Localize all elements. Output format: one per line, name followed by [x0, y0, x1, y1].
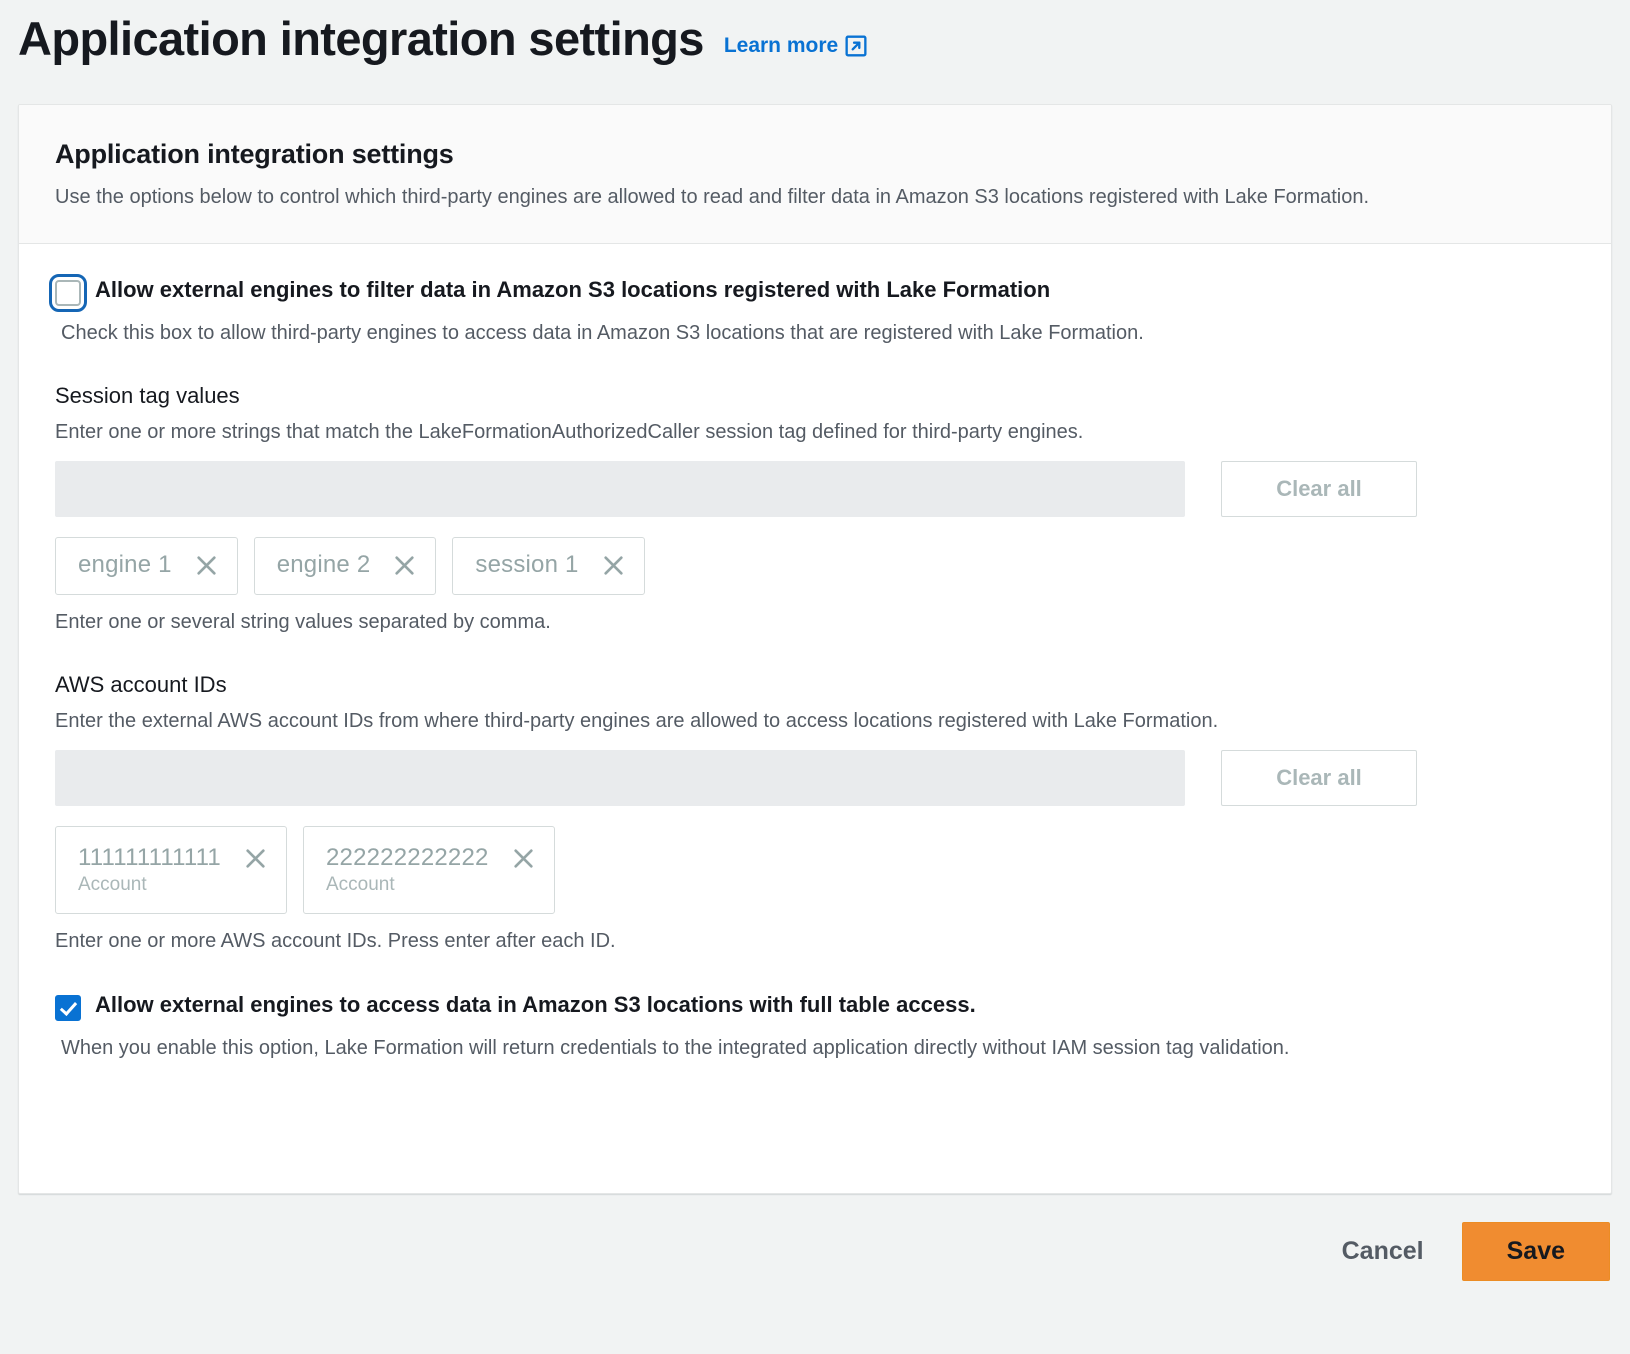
- token-item[interactable]: session 1: [452, 537, 644, 595]
- session-tag-values-field: Session tag values Enter one or more str…: [55, 383, 1575, 638]
- aws-account-ids-token-list: 111111111111 Account 222222222222 A: [55, 826, 1575, 914]
- cancel-button[interactable]: Cancel: [1316, 1223, 1450, 1280]
- page-header: Application integration settings Learn m…: [0, 0, 1630, 104]
- full-table-access-checkbox-row[interactable]: Allow external engines to access data in…: [55, 991, 1575, 1021]
- close-icon[interactable]: [511, 846, 536, 871]
- session-tag-values-input[interactable]: [55, 461, 1185, 517]
- card-heading: Application integration settings: [55, 139, 1575, 170]
- token-label: 111111111111: [78, 844, 221, 872]
- learn-more-link[interactable]: Learn more: [724, 34, 838, 58]
- token-item[interactable]: 222222222222 Account: [303, 826, 555, 914]
- session-tag-values-clear-all-button[interactable]: Clear all: [1221, 461, 1417, 517]
- token-label: engine 2: [277, 551, 371, 579]
- settings-card: Application integration settings Use the…: [18, 104, 1612, 1194]
- aws-account-ids-input[interactable]: [55, 750, 1185, 806]
- token-content: engine 2: [277, 551, 418, 579]
- token-sublabel: Account: [78, 874, 268, 896]
- filter-data-helper-text: Check this box to allow third-party engi…: [61, 318, 1561, 349]
- token-content: session 1: [475, 551, 625, 579]
- card-body: Allow external engines to filter data in…: [19, 244, 1611, 1094]
- full-table-access-helper-text: When you enable this option, Lake Format…: [61, 1033, 1561, 1064]
- token-content: 222222222222: [326, 844, 536, 872]
- token-item[interactable]: 111111111111 Account: [55, 826, 287, 914]
- token-sublabel: Account: [326, 874, 536, 896]
- footer-actions: Cancel Save: [0, 1194, 1630, 1281]
- external-link-icon[interactable]: [845, 35, 867, 57]
- session-tag-values-constraint-text: Enter one or several string values separ…: [55, 607, 1555, 638]
- session-tag-values-label: Session tag values: [55, 383, 1575, 409]
- token-content: 111111111111: [78, 844, 268, 872]
- close-icon[interactable]: [601, 553, 626, 578]
- aws-account-ids-constraint-text: Enter one or more AWS account IDs. Press…: [55, 926, 1555, 957]
- close-icon[interactable]: [243, 846, 268, 871]
- token-label: engine 1: [78, 551, 172, 579]
- filter-data-checkbox[interactable]: [55, 280, 81, 306]
- aws-account-ids-clear-all-button[interactable]: Clear all: [1221, 750, 1417, 806]
- card-description: Use the options below to control which t…: [55, 182, 1535, 213]
- filter-data-checkbox-label[interactable]: Allow external engines to filter data in…: [95, 276, 1050, 305]
- full-table-access-checkbox-label[interactable]: Allow external engines to access data in…: [95, 991, 976, 1020]
- card-header: Application integration settings Use the…: [19, 105, 1611, 244]
- token-content: engine 1: [78, 551, 219, 579]
- token-item[interactable]: engine 1: [55, 537, 238, 595]
- filter-data-checkbox-row[interactable]: Allow external engines to filter data in…: [55, 276, 1575, 306]
- session-tag-values-description: Enter one or more strings that match the…: [55, 417, 1575, 447]
- session-tag-values-input-row: Clear all: [55, 461, 1575, 517]
- full-table-access-checkbox[interactable]: [55, 995, 81, 1021]
- aws-account-ids-label: AWS account IDs: [55, 672, 1575, 698]
- page-title: Application integration settings: [18, 12, 704, 66]
- full-table-access-section: Allow external engines to access data in…: [55, 991, 1575, 1064]
- save-button[interactable]: Save: [1462, 1222, 1610, 1281]
- aws-account-ids-input-row: Clear all: [55, 750, 1575, 806]
- aws-account-ids-description: Enter the external AWS account IDs from …: [55, 706, 1575, 736]
- learn-more-container: Learn more: [724, 34, 867, 58]
- close-icon[interactable]: [194, 553, 219, 578]
- token-item[interactable]: engine 2: [254, 537, 437, 595]
- close-icon[interactable]: [392, 553, 417, 578]
- token-label: session 1: [475, 551, 578, 579]
- session-tag-values-token-list: engine 1 engine 2: [55, 537, 1575, 595]
- token-label: 222222222222: [326, 844, 489, 872]
- aws-account-ids-field: AWS account IDs Enter the external AWS a…: [55, 672, 1575, 957]
